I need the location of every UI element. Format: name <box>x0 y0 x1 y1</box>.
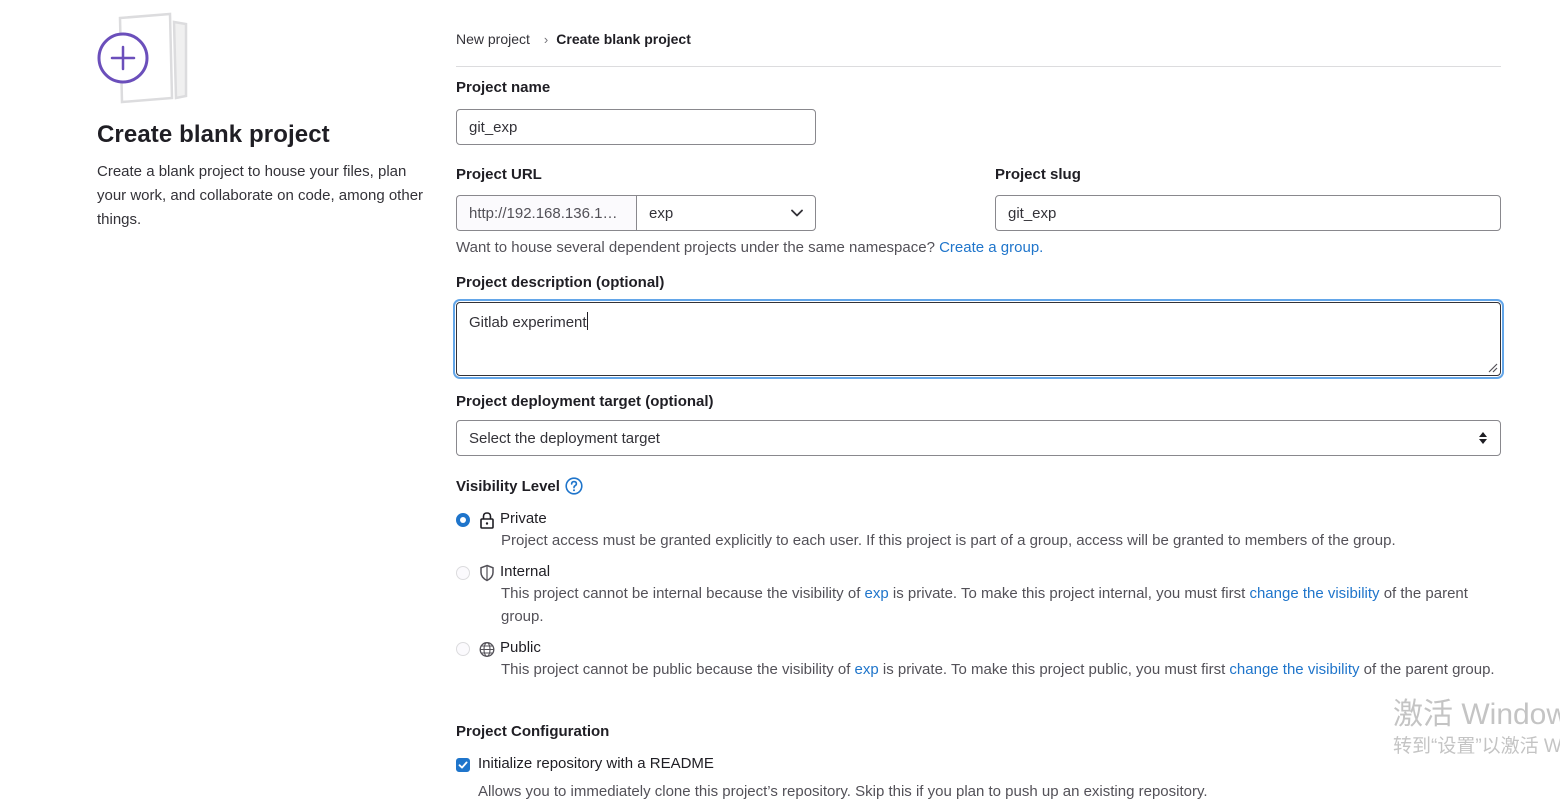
internal-radio <box>456 566 470 580</box>
project-name-value: git_exp <box>469 118 518 136</box>
public-group-link[interactable]: exp <box>855 661 879 678</box>
create-group-link[interactable]: Create a group. <box>939 239 1043 256</box>
shield-icon <box>480 564 494 582</box>
breadcrumb-new-project-link[interactable]: New project <box>456 31 530 47</box>
group-hint-text: Want to house several dependent projects… <box>456 239 935 256</box>
page-description: Create a blank project to house your fil… <box>97 163 424 228</box>
deployment-target-label: Project deployment target (optional) <box>456 393 714 410</box>
public-title: Public <box>500 639 541 656</box>
internal-help-text-b: is private. To make this project interna… <box>892 585 1246 602</box>
internal-help: This project cannot be internal because … <box>501 582 1501 628</box>
project-name-input[interactable]: git_exp <box>456 109 816 145</box>
internal-help-text-a: This project cannot be internal because … <box>501 585 861 602</box>
windows-activation-watermark: 激活 Windows 转到“设置”以激活 Windows。 <box>1393 697 1560 761</box>
visibility-option-private[interactable]: Private Project access must be granted e… <box>456 510 1501 550</box>
internal-group-link[interactable]: exp <box>865 585 889 602</box>
group-hint: Want to house several dependent projects… <box>456 239 1043 256</box>
deployment-target-select[interactable]: Select the deployment target <box>456 420 1501 456</box>
visibility-level-text: Visibility Level <box>456 477 560 495</box>
private-help: Project access must be granted explicitl… <box>501 532 1396 549</box>
public-help-text-b: is private. To make this project public,… <box>882 661 1226 678</box>
sort-arrows-icon <box>1479 432 1487 444</box>
watermark-line-1: 激活 Windows <box>1393 698 1560 731</box>
public-radio <box>456 642 470 656</box>
chevron-down-icon <box>791 209 803 217</box>
project-description-textarea[interactable]: Gitlab experiment <box>456 302 1501 376</box>
deployment-target-value: Select the deployment target <box>469 429 660 447</box>
check-icon <box>458 761 468 769</box>
namespace-select[interactable]: exp <box>636 195 816 231</box>
page-title: Create blank project <box>97 121 330 148</box>
project-slug-label: Project slug <box>995 166 1081 183</box>
project-description-label: Project description (optional) <box>456 274 665 291</box>
project-name-label: Project name <box>456 79 551 96</box>
breadcrumb-current: Create blank project <box>556 31 691 47</box>
project-url-label: Project URL <box>456 166 542 183</box>
public-change-visibility-link[interactable]: change the visibility <box>1229 661 1359 678</box>
text-caret <box>586 312 588 330</box>
project-configuration-label: Project Configuration <box>456 723 610 740</box>
project-description-value: Gitlab experiment <box>469 314 587 331</box>
internal-title: Internal <box>500 563 551 580</box>
public-help-text-c: of the parent group. <box>1363 661 1495 678</box>
project-url-prefix-text: http://192.168.136.1… <box>469 204 618 222</box>
header-divider <box>456 66 1501 67</box>
internal-change-visibility-link[interactable]: change the visibility <box>1249 585 1379 602</box>
readme-checkbox-label[interactable]: Initialize repository with a README <box>478 755 714 772</box>
chevron-right-icon: › <box>543 31 549 47</box>
readme-checkbox[interactable] <box>456 758 470 772</box>
lock-icon <box>480 512 494 529</box>
new-project-illustration <box>97 12 188 104</box>
visibility-level-label: Visibility Level <box>456 477 583 495</box>
visibility-option-internal: Internal This project cannot be internal… <box>456 563 1501 625</box>
namespace-value: exp <box>649 204 674 222</box>
globe-icon <box>479 642 495 657</box>
breadcrumb: New project › Create blank project <box>456 31 691 47</box>
project-slug-value: git_exp <box>1008 204 1057 222</box>
public-help: This project cannot be public because th… <box>501 658 1501 681</box>
resize-grip-icon[interactable] <box>1486 361 1498 373</box>
project-slug-input[interactable]: git_exp <box>995 195 1501 231</box>
project-url-prefix: http://192.168.136.1… <box>456 195 637 231</box>
public-help-text-a: This project cannot be public because th… <box>501 661 851 678</box>
watermark-line-2: 转到“设置”以激活 Windows。 <box>1393 736 1560 757</box>
visibility-option-public: Public This project cannot be public bec… <box>456 639 1501 699</box>
question-circle-icon[interactable] <box>565 477 583 495</box>
private-title: Private <box>500 510 547 527</box>
private-radio[interactable] <box>456 513 470 527</box>
readme-help-text: Allows you to immediately clone this pro… <box>478 783 1208 800</box>
